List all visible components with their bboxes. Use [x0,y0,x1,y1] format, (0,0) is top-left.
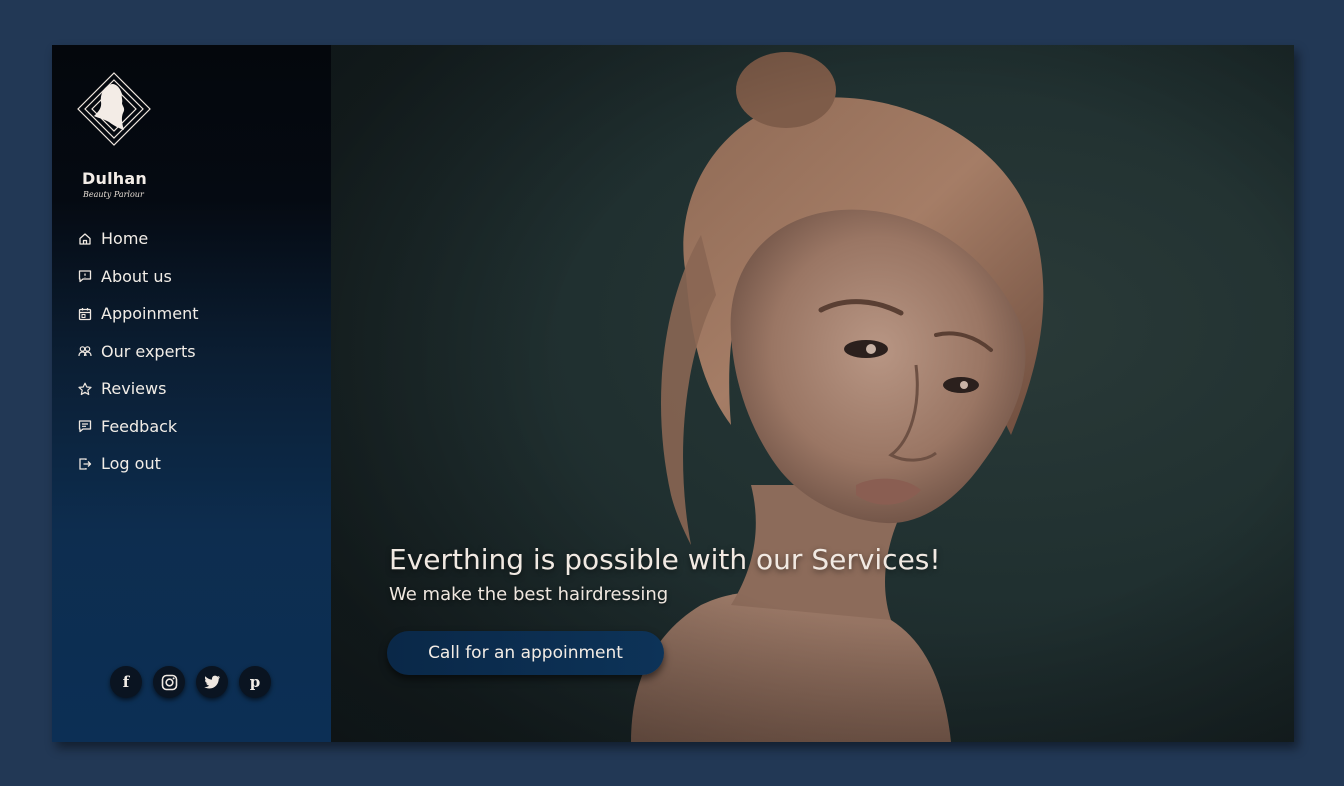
sidebar-item-log-out[interactable]: Log out [78,445,198,483]
star-icon [78,382,92,396]
sidebar-item-label: Appoinment [101,304,199,324]
calendar-icon [78,307,92,321]
sidebar-item-feedback[interactable]: Feedback [78,408,198,446]
chat-icon [78,419,92,433]
sidebar-item-reviews[interactable]: Reviews [78,370,198,408]
instagram-icon[interactable] [153,666,185,698]
sidebar-item-about-us[interactable]: About us [78,258,198,296]
sidebar-item-appoinment[interactable]: Appoinment [78,295,198,333]
hero-headline: Everthing is possible with our Services! [389,543,941,576]
twitter-icon[interactable] [196,666,228,698]
sidebar-item-label: About us [101,266,172,286]
sidebar-item-home[interactable]: Home [78,220,198,258]
logout-icon [78,457,92,471]
info-message-icon [78,269,92,283]
sidebar-item-label: Home [101,229,149,249]
sidebar-item-label: Log out [101,454,161,474]
facebook-icon[interactable]: f [110,666,142,698]
sidebar-item-our-experts[interactable]: Our experts [78,333,198,371]
sidebar-item-label: Feedback [101,416,178,436]
hero-section: Everthing is possible with our Services!… [331,45,1294,742]
app-frame: Dulhan Beauty Parlour Home About us Appo… [52,45,1294,742]
users-icon [78,344,92,358]
brand-tagline: Beauty Parlour [83,190,144,199]
brand-name: Dulhan [82,169,147,188]
home-icon [78,232,92,246]
pinterest-icon[interactable]: p [239,666,271,698]
brand-logo[interactable]: Dulhan Beauty Parlour [76,70,152,199]
woman-silhouette-diamond-icon [77,72,151,146]
call-appointment-button[interactable]: Call for an appoinment [387,631,664,675]
sidebar: Dulhan Beauty Parlour Home About us Appo… [52,45,331,742]
social-links: f p [110,666,271,698]
sidebar-nav: Home About us Appoinment Our experts Rev… [78,220,198,483]
sidebar-item-label: Reviews [101,379,167,399]
sidebar-item-label: Our experts [101,341,196,361]
hero-subline: We make the best hairdressing [389,584,669,605]
